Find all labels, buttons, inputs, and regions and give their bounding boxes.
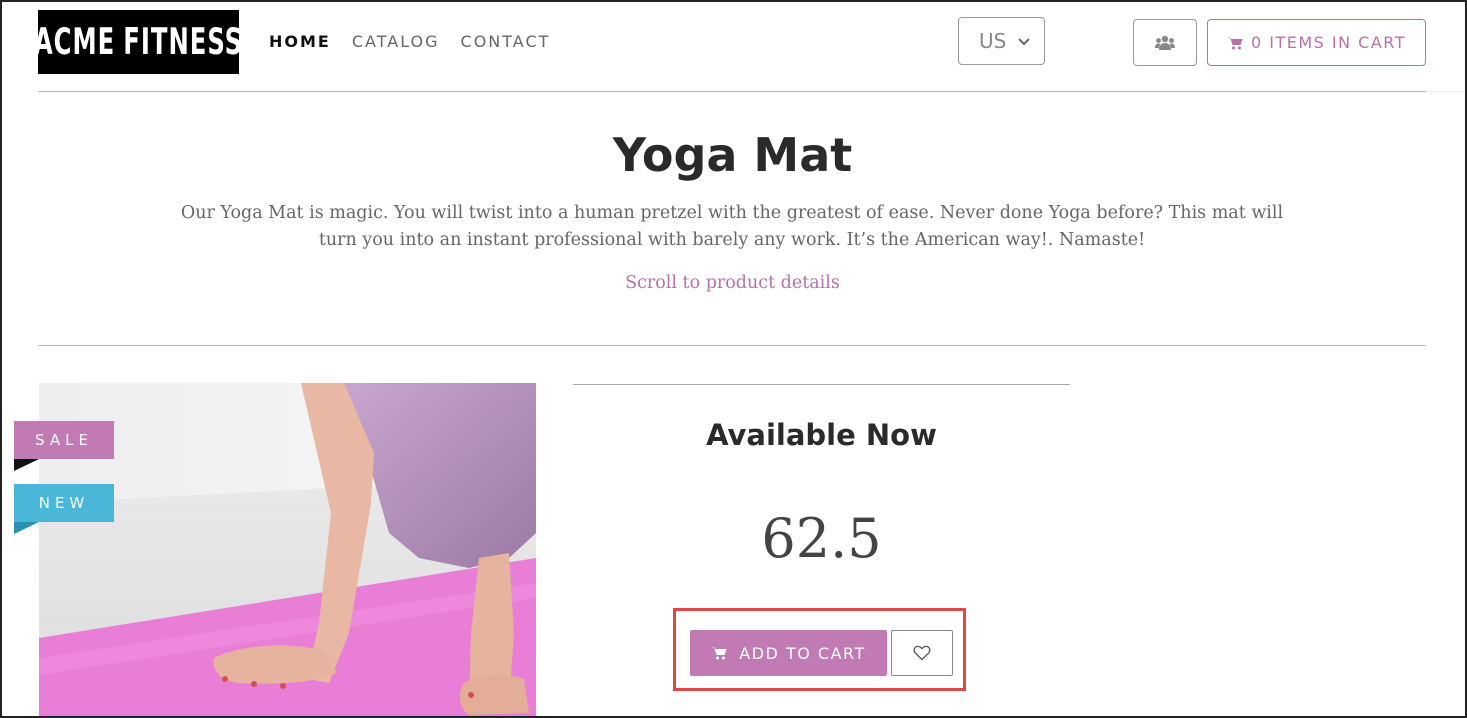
scroll-to-details-link[interactable]: Scroll to product details <box>2 273 1463 293</box>
sale-badge-fold <box>14 459 39 471</box>
logo-left-word: ACME <box>33 21 116 63</box>
product-price: 62.5 <box>761 507 882 570</box>
heart-icon <box>913 645 931 661</box>
users-icon <box>1155 35 1175 50</box>
logo-right-word: FITNESS <box>123 21 244 63</box>
header-divider <box>38 91 1426 92</box>
header-divider-edge <box>1426 91 1465 92</box>
nav-home[interactable]: HOME <box>269 32 331 51</box>
panel-divider <box>573 384 1070 385</box>
new-badge: NEW <box>14 484 114 522</box>
site-header: ACME FITNESS HOME CATALOG CONTACT US 0 I… <box>2 2 1465 92</box>
account-button[interactable] <box>1133 19 1197 66</box>
cart-button[interactable]: 0 ITEMS IN CART <box>1207 19 1426 66</box>
section-divider <box>38 345 1426 346</box>
product-description: Our Yoga Mat is magic. You will twist in… <box>180 203 1284 250</box>
availability-heading: Available Now <box>706 418 937 452</box>
add-to-cart-label: ADD TO CART <box>739 643 866 663</box>
new-badge-fold <box>14 522 39 534</box>
page: ACME FITNESS HOME CATALOG CONTACT US 0 I… <box>0 0 1467 718</box>
nav-contact[interactable]: CONTACT <box>461 32 551 51</box>
chevron-down-icon <box>1018 38 1031 46</box>
shopping-cart-icon <box>711 647 727 660</box>
sale-badge: SALE <box>14 421 114 459</box>
shopping-cart-icon <box>1226 36 1243 49</box>
country-select[interactable]: US <box>958 17 1045 65</box>
add-to-cart-button[interactable]: ADD TO CART <box>690 630 887 676</box>
country-select-value: US <box>979 29 1007 53</box>
acme-fitness-logo[interactable]: ACME FITNESS <box>34 10 242 74</box>
product-title: Yoga Mat <box>612 128 853 182</box>
nav-catalog[interactable]: CATALOG <box>352 32 440 51</box>
cart-button-label: 0 ITEMS IN CART <box>1250 33 1407 52</box>
main-nav: HOME CATALOG CONTACT <box>269 32 550 51</box>
wishlist-button[interactable] <box>891 630 953 676</box>
